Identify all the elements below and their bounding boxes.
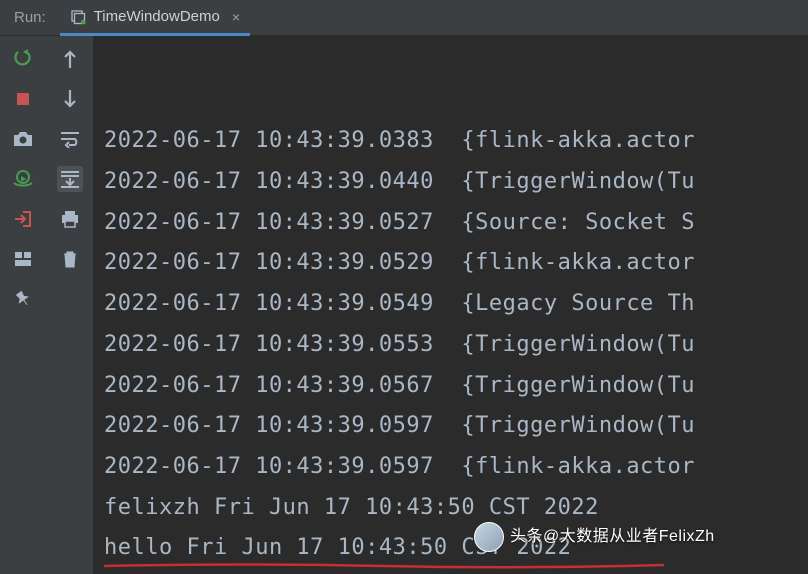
run-tabbar: Run: TimeWindowDemo ×: [0, 0, 808, 36]
watermark-text: 头条@大数据从业者FelixZh: [510, 522, 715, 552]
console-line: 2022-06-17 10:43:39.0527 {Source: Socket…: [104, 203, 808, 244]
run-config-icon: [70, 9, 86, 25]
console-line: 2022-06-17 10:43:39.0597 {flink-akka.act…: [104, 447, 808, 488]
stop-icon[interactable]: [10, 86, 36, 112]
console-line: 2022-06-17 10:43:39.0597 {TriggerWindow(…: [104, 406, 808, 447]
close-icon[interactable]: ×: [228, 9, 240, 25]
console-line: 2022-06-17 10:43:39.0553 {TriggerWindow(…: [104, 325, 808, 366]
exit-icon[interactable]: [10, 206, 36, 232]
scroll-to-end-icon[interactable]: [57, 166, 83, 192]
down-arrow-icon[interactable]: [57, 86, 83, 112]
watermark: 头条@大数据从业者FelixZh: [474, 522, 715, 552]
main-area: 2022-06-17 10:43:39.0383 {flink-akka.act…: [0, 36, 808, 574]
console-line: 2022-06-17 10:43:39.0529 {flink-akka.act…: [104, 243, 808, 284]
console-line: 2022-06-17 10:43:39.0549 {Legacy Source …: [104, 284, 808, 325]
console-line: 2022-06-17 10:43:39.0383 {flink-akka.act…: [104, 121, 808, 162]
print-icon[interactable]: [57, 206, 83, 232]
avatar: [474, 522, 504, 552]
console-line: 2022-06-17 10:43:39.0440 {TriggerWindow(…: [104, 162, 808, 203]
run-sidebar-left: [0, 36, 46, 574]
record-icon[interactable]: [10, 166, 36, 192]
up-arrow-icon[interactable]: [57, 46, 83, 72]
rerun-icon[interactable]: [10, 46, 36, 72]
pin-icon[interactable]: [10, 286, 36, 312]
tab-title: TimeWindowDemo: [94, 8, 220, 25]
run-label: Run:: [0, 9, 60, 26]
layout-icon[interactable]: [10, 246, 36, 272]
console-output[interactable]: 2022-06-17 10:43:39.0383 {flink-akka.act…: [94, 36, 808, 574]
console-line: after Fri Jun 17 10:44:0: [104, 569, 808, 574]
camera-icon[interactable]: [10, 126, 36, 152]
trash-icon[interactable]: [57, 246, 83, 272]
run-tab[interactable]: TimeWindowDemo ×: [60, 1, 250, 36]
console-line: 2022-06-17 10:43:39.0567 {TriggerWindow(…: [104, 366, 808, 407]
run-sidebar-right: [46, 36, 94, 574]
soft-wrap-icon[interactable]: [57, 126, 83, 152]
